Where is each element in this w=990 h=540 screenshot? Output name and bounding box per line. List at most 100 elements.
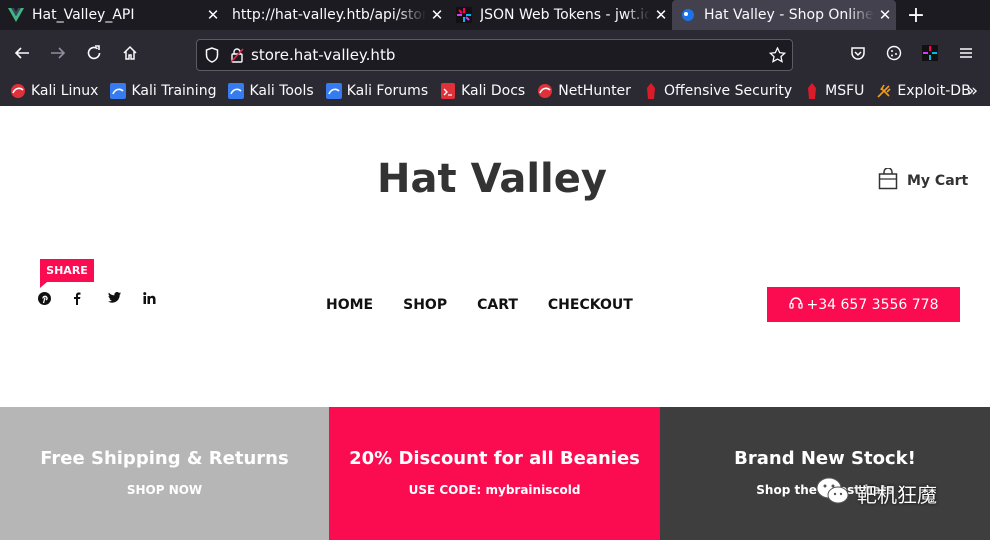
- phone-number: +34 657 3556 778: [806, 296, 939, 313]
- bookmark-kali-linux[interactable]: Kali Linux: [10, 83, 98, 99]
- bookmark-kali-training[interactable]: Kali Training: [110, 83, 216, 99]
- kali-training-icon: [110, 83, 127, 99]
- bookmark-kali-tools[interactable]: Kali Tools: [228, 83, 314, 99]
- facebook-icon[interactable]: [73, 292, 108, 309]
- banner-free-shipping: Free Shipping & Returns SHOP NOW: [0, 407, 329, 540]
- home-button[interactable]: [112, 35, 148, 71]
- bookmark-label: Kali Docs: [461, 83, 526, 99]
- offsec-icon: [643, 83, 659, 99]
- bookmark-kali-forums[interactable]: Kali Forums: [325, 83, 429, 99]
- cookie-button[interactable]: [876, 35, 912, 71]
- hamburger-icon: [960, 48, 972, 58]
- close-icon[interactable]: ✕: [202, 6, 224, 24]
- banner-heading: Free Shipping & Returns: [40, 448, 289, 469]
- bookmark-nethunter[interactable]: NetHunter: [537, 83, 631, 99]
- bookmarks-toolbar: Kali Linux Kali Training Kali Tools Kali…: [0, 76, 990, 106]
- bookmark-exploit-db[interactable]: Exploit-DB: [876, 83, 971, 99]
- forward-arrow-icon: [51, 47, 66, 59]
- pocket-button[interactable]: [840, 35, 876, 71]
- reload-button[interactable]: [76, 35, 112, 71]
- bookmark-label: NetHunter: [558, 83, 631, 99]
- close-icon[interactable]: ✕: [426, 6, 448, 24]
- exploitdb-icon: [876, 83, 892, 99]
- bookmark-label: Kali Training: [131, 83, 217, 99]
- back-button[interactable]: [4, 35, 40, 71]
- tab-strip: Hat_Valley_API ✕ http://hat-valley.htb/a…: [0, 0, 990, 30]
- wechat-icon: [815, 476, 851, 511]
- close-icon[interactable]: ✕: [874, 6, 896, 24]
- nav-cart[interactable]: CART: [477, 297, 518, 313]
- tab-hat-valley-api[interactable]: Hat_Valley_API ✕: [0, 0, 224, 30]
- tab-title: JSON Web Tokens - jwt.io: [480, 7, 650, 23]
- bookmark-star-icon[interactable]: [762, 47, 792, 63]
- pinterest-icon[interactable]: [38, 292, 73, 309]
- watermark-text: 靶机狂魔: [857, 483, 937, 507]
- tab-title: Hat Valley - Shop Online!: [704, 7, 874, 23]
- kali-icon: [10, 83, 26, 99]
- banner-heading: 20% Discount for all Beanies: [349, 448, 640, 469]
- headset-icon: [788, 296, 803, 314]
- bookmark-msfu[interactable]: MSFU: [804, 83, 864, 99]
- banner-discount: 20% Discount for all Beanies USE CODE: m…: [329, 407, 660, 540]
- toolbar-right: [840, 35, 984, 71]
- tab-store-status[interactable]: http://hat-valley.htb/api/store-status ✕: [224, 0, 448, 30]
- tab-title: Hat_Valley_API: [32, 7, 135, 23]
- my-cart-link[interactable]: My Cart: [878, 167, 969, 194]
- web-page: Hat Valley My Cart SHARE HOME SHOP CART …: [0, 106, 990, 540]
- shield-icon[interactable]: [197, 47, 227, 63]
- msfu-icon: [804, 83, 820, 99]
- nethunter-icon: [537, 83, 553, 99]
- shopping-bag-icon: [878, 167, 898, 194]
- kali-tools-icon: [228, 83, 245, 99]
- kali-docs-icon: [440, 83, 456, 99]
- bookmark-label: Exploit-DB: [897, 83, 971, 99]
- tab-title: http://hat-valley.htb/api/store-status: [232, 7, 426, 23]
- nav-home[interactable]: HOME: [326, 297, 373, 313]
- bookmark-label: Kali Tools: [249, 83, 314, 99]
- bookmark-offensive-security[interactable]: Offensive Security: [643, 83, 792, 99]
- vue-icon: [8, 7, 24, 23]
- url-text[interactable]: store.hat-valley.htb: [247, 46, 762, 64]
- pocket-icon: [851, 47, 865, 60]
- main-navigation: HOME SHOP CART CHECKOUT: [326, 297, 663, 313]
- navigation-toolbar: store.hat-valley.htb: [0, 30, 990, 76]
- twitter-icon[interactable]: [108, 292, 143, 309]
- banner-new-stock: Brand New Stock! Shop the latest hats: [660, 407, 990, 540]
- linkedin-icon[interactable]: [143, 292, 178, 309]
- jwt-icon: [456, 7, 472, 23]
- shop-now-link[interactable]: SHOP NOW: [0, 483, 329, 497]
- bookmark-kali-docs[interactable]: Kali Docs: [440, 83, 525, 99]
- banner-heading: Brand New Stock!: [734, 448, 916, 469]
- chevron-double-right-icon[interactable]: »: [968, 81, 978, 101]
- reload-icon: [87, 45, 101, 60]
- nav-checkout[interactable]: CHECKOUT: [548, 297, 633, 313]
- social-links: [38, 292, 178, 309]
- tab-hat-valley-shop[interactable]: Hat Valley - Shop Online! ✕: [672, 0, 896, 30]
- promo-banners: Free Shipping & Returns SHOP NOW 20% Dis…: [0, 407, 990, 540]
- kali-forums-icon: [325, 83, 342, 99]
- cart-label: My Cart: [907, 173, 969, 189]
- discount-code: USE CODE: mybrainiscold: [408, 483, 581, 497]
- extension-button[interactable]: [912, 35, 948, 71]
- home-icon: [123, 45, 137, 60]
- cookie-icon: [886, 45, 902, 61]
- store-icon: [680, 7, 696, 23]
- bookmark-label: Offensive Security: [663, 83, 793, 99]
- nav-shop[interactable]: SHOP: [403, 297, 447, 313]
- forward-button[interactable]: [40, 35, 76, 71]
- close-icon[interactable]: ✕: [650, 6, 672, 24]
- insecure-lock-icon[interactable]: [227, 47, 247, 63]
- watermark: 靶机狂魔: [815, 476, 937, 511]
- address-bar[interactable]: store.hat-valley.htb: [196, 39, 793, 71]
- tab-jwt-io[interactable]: JSON Web Tokens - jwt.io ✕: [448, 0, 672, 30]
- bookmark-label: MSFU: [825, 83, 865, 99]
- back-arrow-icon: [14, 47, 29, 59]
- bookmark-label: Kali Forums: [346, 83, 429, 99]
- share-badge: SHARE: [40, 259, 94, 288]
- site-title[interactable]: Hat Valley: [0, 156, 984, 202]
- jwt-extension-icon: [922, 45, 938, 61]
- phone-button[interactable]: +34 657 3556 778: [767, 287, 960, 322]
- bookmark-label: Kali Linux: [31, 83, 99, 99]
- new-tab-button[interactable]: +: [896, 0, 936, 30]
- menu-button[interactable]: [948, 35, 984, 71]
